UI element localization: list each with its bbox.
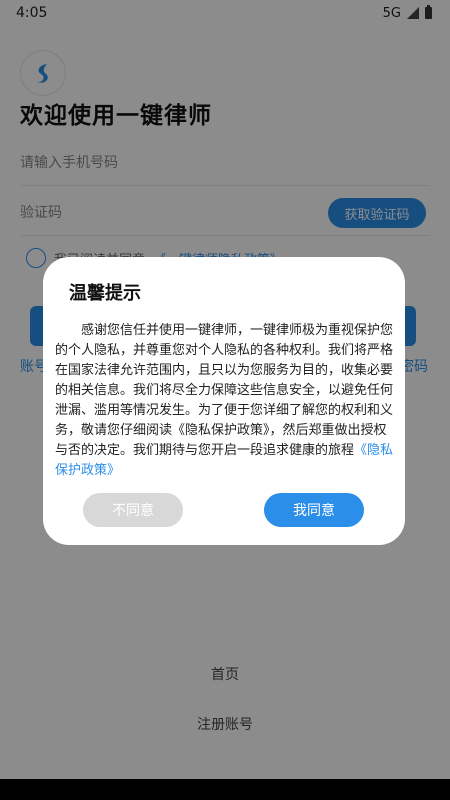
- decline-button[interactable]: 不同意: [83, 493, 183, 527]
- agree-button[interactable]: 我同意: [264, 493, 364, 527]
- privacy-dialog: 温馨提示 感谢您信任并使用一键律师，一键律师极为重视保护您的个人隐私，并尊重您对…: [43, 257, 405, 545]
- dialog-body-text: 感谢您信任并使用一键律师，一键律师极为重视保护您的个人隐私，并尊重您对个人隐私的…: [55, 323, 394, 458]
- dialog-body: 感谢您信任并使用一键律师，一键律师极为重视保护您的个人隐私，并尊重您对个人隐私的…: [55, 321, 395, 481]
- system-nav-bar: [0, 779, 450, 800]
- dialog-title: 温馨提示: [69, 283, 141, 304]
